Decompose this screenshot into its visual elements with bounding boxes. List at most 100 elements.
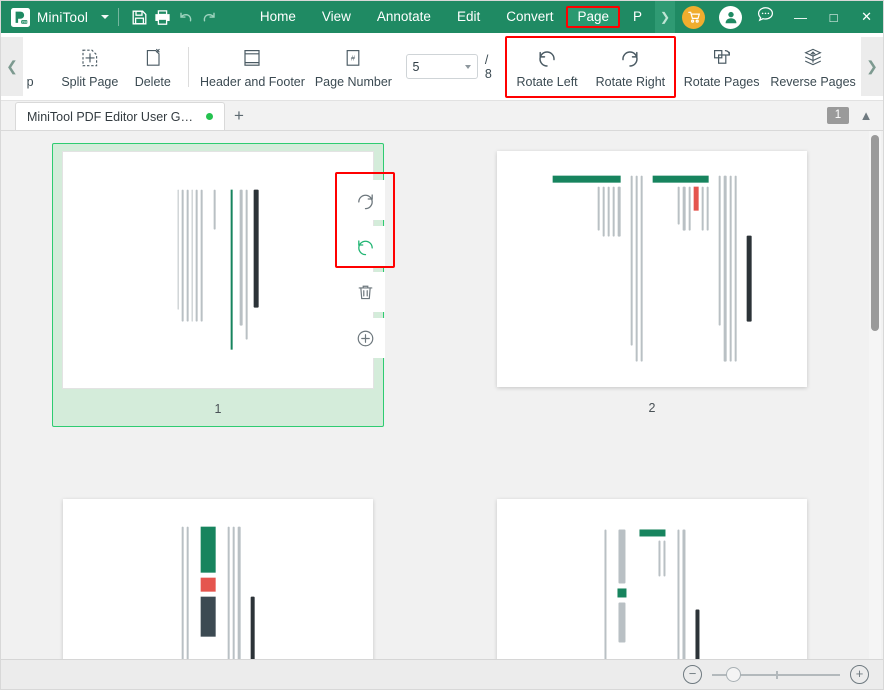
split-page-icon bbox=[78, 44, 102, 70]
document-tab-label: MiniTool PDF Editor User Guid... bbox=[27, 109, 198, 124]
thumb-rotate-right-button[interactable] bbox=[345, 180, 385, 220]
thumb-insert-button[interactable] bbox=[345, 318, 385, 358]
rotate-pages-label: Rotate Pages bbox=[683, 75, 760, 89]
ribbon-divider-1 bbox=[187, 46, 189, 87]
page-preview bbox=[497, 151, 807, 387]
svg-text:PDF: PDF bbox=[22, 19, 28, 23]
cart-icon[interactable] bbox=[682, 5, 706, 29]
delete-page-icon bbox=[141, 44, 165, 70]
minitool-pdf-logo-icon: PDF bbox=[11, 7, 30, 27]
vertical-scrollbar[interactable] bbox=[869, 131, 881, 659]
page-number-label: 2 bbox=[648, 401, 656, 415]
header-and-footer-button[interactable]: Header and Footer bbox=[196, 36, 310, 98]
delete-page-label: Delete bbox=[134, 75, 171, 89]
page-total-label: / 8 bbox=[484, 52, 492, 81]
reverse-pages-label: Reverse Pages bbox=[770, 75, 856, 89]
rotate-left-button[interactable]: Rotate Left bbox=[507, 36, 586, 98]
svg-text:#: # bbox=[351, 54, 356, 63]
rotate-highlight-group: Rotate Left Rotate Right bbox=[505, 35, 677, 98]
unsaved-indicator-icon bbox=[206, 113, 213, 120]
account-icon[interactable] bbox=[719, 5, 743, 29]
scrollbar-thumb[interactable] bbox=[871, 135, 879, 331]
split-page-label: Split Page bbox=[61, 75, 119, 89]
brand-area[interactable]: PDF MiniTool bbox=[1, 7, 110, 27]
page-number-label: Page Number bbox=[314, 75, 392, 89]
document-tab-strip: MiniTool PDF Editor User Guid... + 1 ▲ bbox=[1, 101, 883, 131]
page-number-label: 1 bbox=[214, 402, 222, 416]
chevron-up-icon[interactable]: ▲ bbox=[857, 108, 875, 123]
menu-item-convert[interactable]: Convert bbox=[493, 6, 566, 28]
page-preview bbox=[63, 499, 373, 659]
page-thumbnail-panel[interactable]: 1 2 bbox=[1, 131, 883, 659]
header-footer-icon bbox=[240, 44, 264, 70]
ribbon-scroll-left-chevron-left-icon[interactable]: ❮ bbox=[1, 37, 23, 96]
menu-overflow-chevron-right-icon[interactable]: ❯ bbox=[655, 1, 676, 33]
rotated-page-content bbox=[497, 151, 807, 387]
split-page-button[interactable]: Split Page bbox=[55, 36, 125, 98]
thumbnail-page-3[interactable]: 3 bbox=[52, 491, 384, 659]
title-bar: PDF MiniTool Home View Annotate Edit Con… bbox=[1, 1, 883, 33]
reverse-pages-icon bbox=[800, 44, 826, 70]
redo-button[interactable] bbox=[198, 2, 221, 32]
page-preview bbox=[497, 499, 807, 659]
tab-strip-right: 1 ▲ bbox=[827, 100, 883, 130]
menu-item-protect-partial[interactable]: P bbox=[620, 6, 655, 28]
delete-page-button[interactable]: Delete bbox=[125, 36, 181, 98]
rotate-right-icon bbox=[618, 44, 642, 70]
save-button[interactable] bbox=[128, 2, 151, 32]
page-number-value: 5 bbox=[412, 59, 420, 74]
chevron-down-icon[interactable] bbox=[101, 15, 110, 19]
page-count-badge: 1 bbox=[827, 106, 849, 124]
rotated-page-content bbox=[63, 499, 373, 659]
document-tab[interactable]: MiniTool PDF Editor User Guid... bbox=[15, 102, 225, 130]
zoom-out-button[interactable]: − bbox=[683, 665, 702, 684]
zoom-in-glyph: + bbox=[855, 666, 864, 681]
rotated-page-content bbox=[497, 499, 807, 659]
page-navigator: 5 / 8 bbox=[398, 53, 502, 81]
rotate-right-button[interactable]: Rotate Right bbox=[587, 36, 674, 98]
thumbnail-hover-actions bbox=[335, 172, 395, 358]
maximize-button[interactable]: □ bbox=[817, 1, 850, 33]
menu-item-edit[interactable]: Edit bbox=[444, 6, 493, 28]
feedback-chat-icon[interactable] bbox=[756, 5, 775, 29]
page-number-icon: # bbox=[341, 44, 365, 70]
rotate-left-icon bbox=[535, 44, 559, 70]
menu-item-view[interactable]: View bbox=[309, 6, 364, 28]
chevron-down-icon[interactable] bbox=[464, 64, 471, 69]
rotate-pages-icon bbox=[710, 44, 734, 70]
print-button[interactable] bbox=[151, 2, 174, 32]
page-ribbon-toolbar: ❮ tup Split Page bbox=[1, 33, 883, 101]
page-setup-button[interactable]: tup bbox=[27, 36, 55, 98]
thumb-rotate-left-button[interactable] bbox=[345, 226, 385, 266]
rotate-left-label: Rotate Left bbox=[516, 75, 578, 89]
zoom-slider-tick bbox=[776, 670, 778, 679]
zoom-in-button[interactable]: + bbox=[850, 665, 869, 684]
ribbon-scroll-right-chevron-right-icon[interactable]: ❯ bbox=[861, 37, 883, 96]
titlebar-right-icons: — □ ✕ bbox=[675, 1, 883, 33]
ribbon-content: tup Split Page Delete bbox=[23, 33, 861, 100]
rotate-right-label: Rotate Right bbox=[595, 75, 666, 89]
new-tab-button[interactable]: + bbox=[225, 102, 253, 130]
menu-item-page[interactable]: Page bbox=[566, 6, 621, 28]
rotated-page-content bbox=[63, 152, 373, 388]
page-number-input[interactable]: 5 bbox=[405, 54, 478, 79]
minitool-pdf-editor-window: PDF MiniTool Home View Annotate Edit Con… bbox=[0, 0, 884, 690]
zoom-slider-knob[interactable] bbox=[726, 667, 741, 682]
rotate-pages-button[interactable]: Rotate Pages bbox=[678, 36, 765, 98]
menu-item-home[interactable]: Home bbox=[247, 6, 309, 28]
divider bbox=[118, 8, 119, 26]
minimize-button[interactable]: — bbox=[784, 1, 817, 33]
thumbnail-page-4[interactable]: 4 bbox=[486, 491, 818, 659]
page-number-button[interactable]: # Page Number bbox=[309, 36, 397, 98]
menu-item-annotate[interactable]: Annotate bbox=[364, 6, 444, 28]
reverse-pages-button[interactable]: Reverse Pages bbox=[765, 36, 861, 98]
thumbnail-page-2[interactable]: 2 bbox=[486, 143, 818, 427]
thumb-delete-button[interactable] bbox=[345, 272, 385, 312]
close-button[interactable]: ✕ bbox=[850, 1, 883, 33]
page-setup-label: tup bbox=[27, 75, 34, 89]
zoom-slider[interactable] bbox=[712, 665, 840, 684]
thumbnail-page-1[interactable]: 1 bbox=[52, 143, 395, 427]
header-and-footer-label: Header and Footer bbox=[200, 75, 305, 89]
page-preview bbox=[63, 152, 373, 388]
undo-button[interactable] bbox=[174, 2, 197, 32]
